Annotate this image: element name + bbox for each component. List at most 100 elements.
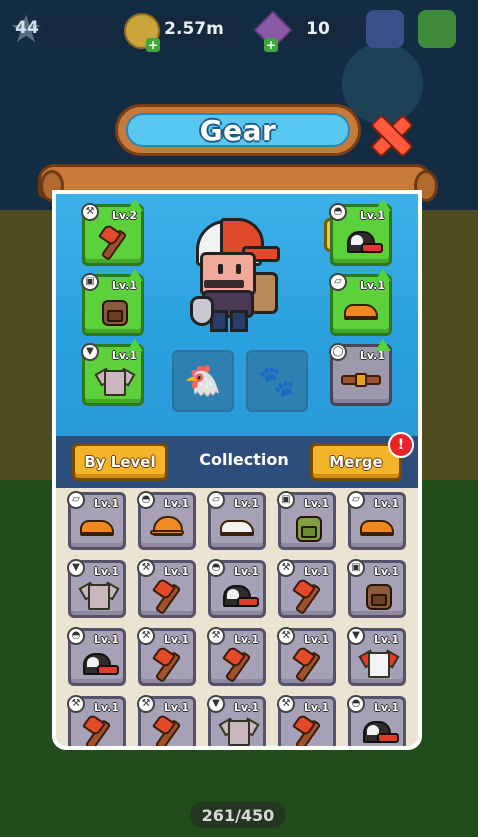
- collection-item[interactable]: ⚒ Lv.1: [137, 695, 196, 746]
- backpack-icon: [100, 296, 128, 326]
- shirt-icon: [218, 717, 260, 746]
- axe-icon: ⚒: [81, 203, 99, 221]
- axe-icon: [98, 223, 128, 261]
- collection-item[interactable]: ⚒ Lv.1: [207, 627, 266, 686]
- axe-icon: [292, 645, 322, 683]
- axe-icon: [82, 713, 112, 746]
- shirt-icon: [358, 649, 400, 678]
- collection-item[interactable]: ▼ Lv.1: [347, 627, 406, 686]
- shirt-icon: [78, 581, 120, 610]
- shirt-icon: ▼: [347, 627, 365, 645]
- collection-item[interactable]: ⚒ Lv.1: [137, 627, 196, 686]
- collection-item[interactable]: ▱ Lv.1: [347, 491, 406, 550]
- upgrade-arrow-icon: [127, 339, 143, 351]
- equip-slot-backpack[interactable]: ▣ Lv.1: [81, 269, 144, 336]
- shoe-icon: [80, 516, 114, 536]
- upgrade-arrow-icon: [375, 199, 391, 211]
- equip-slot-shirt[interactable]: ▼ Lv.1: [81, 339, 144, 406]
- close-icon[interactable]: [366, 111, 412, 157]
- equip-slot-shoes[interactable]: ▱ Lv.1: [329, 269, 392, 336]
- backpack-icon: ▣: [277, 491, 295, 509]
- upgrade-arrow-icon: [375, 269, 391, 281]
- axe-icon: ⚒: [207, 627, 225, 645]
- collection-item[interactable]: ⚒ Lv.1: [67, 695, 126, 746]
- axe-icon: ⚒: [277, 695, 295, 713]
- shirt-icon: ▼: [207, 695, 225, 713]
- pet-slot-chicken[interactable]: 🐔: [172, 350, 234, 412]
- player-character: [186, 212, 286, 332]
- dialog-title: Gear: [199, 113, 277, 147]
- collection-grid: ▱ Lv.1 ◓ Lv.1 ▱ Lv.1 ▣ Lv.1 ▱ Lv.1 ▼ Lv.1 ⚒ Lv.1 ◓ Lv.1…: [56, 488, 418, 746]
- pet-slot-paw[interactable]: 🐾: [246, 350, 308, 412]
- shoe-icon: [344, 300, 378, 320]
- collection-item[interactable]: ◓ Lv.1: [347, 695, 406, 746]
- discord-button[interactable]: [366, 10, 404, 48]
- hardhat-icon: [150, 516, 184, 536]
- belt-icon: ◯: [329, 343, 347, 361]
- collection-item[interactable]: ⚒ Lv.1: [277, 695, 336, 746]
- equip-slot-belt[interactable]: ◯ Lv.1: [329, 339, 392, 406]
- collection-item[interactable]: ◓ Lv.1: [137, 491, 196, 550]
- belt-icon: [341, 373, 381, 387]
- player-level: 44: [15, 18, 39, 38]
- collection-item[interactable]: ▼ Lv.1: [67, 559, 126, 618]
- axe-icon: [292, 577, 322, 615]
- shoe-icon: [360, 516, 394, 536]
- shoe-icon: ▱: [207, 491, 225, 509]
- shoe-icon: [220, 516, 254, 536]
- equipment-area: ⚒ Lv.2 ▣ Lv.1 ▼ Lv.1 🐔 🐾 ◓ Lv.1 ▱ Lv.1 ◯…: [56, 194, 418, 436]
- collection-item[interactable]: ◓ Lv.1: [67, 627, 126, 686]
- upgrade-arrow-icon: [375, 339, 391, 351]
- collection-item[interactable]: ▱ Lv.1: [207, 491, 266, 550]
- axe-icon: [152, 713, 182, 746]
- axe-icon: [222, 645, 252, 683]
- upgrade-arrow-icon: [127, 199, 143, 211]
- collection-item[interactable]: ⚒ Lv.1: [137, 559, 196, 618]
- axe-icon: [152, 577, 182, 615]
- add-coins-button[interactable]: +: [146, 38, 160, 52]
- cap-icon: [345, 229, 383, 253]
- gear-panel: ⚒ Lv.2 ▣ Lv.1 ▼ Lv.1 🐔 🐾 ◓ Lv.1 ▱ Lv.1 ◯…: [52, 190, 422, 750]
- title-banner: Gear: [115, 104, 361, 156]
- collection-item[interactable]: ▣ Lv.1: [277, 491, 336, 550]
- backpack-icon: [364, 580, 392, 610]
- coin-counter: 2.57m: [146, 16, 242, 42]
- axe-icon: ⚒: [137, 559, 155, 577]
- upgrade-arrow-icon: [127, 269, 143, 281]
- equip-slot-weapon[interactable]: ⚒ Lv.2: [81, 199, 144, 266]
- collection-item[interactable]: ⚒ Lv.1: [277, 627, 336, 686]
- cap-icon: [81, 651, 119, 675]
- by-level-button[interactable]: By Level: [72, 443, 168, 481]
- add-gems-button[interactable]: +: [264, 38, 278, 52]
- cap-icon: [361, 719, 399, 743]
- collection-item[interactable]: ▼ Lv.1: [207, 695, 266, 746]
- collection-item[interactable]: ▣ Lv.1: [347, 559, 406, 618]
- collection-tab-bar: By Level Collection Merge !: [56, 432, 418, 488]
- top-hud: ★ 44 2.57m + 10 +: [6, 10, 472, 52]
- item-capacity-counter: 261/450: [190, 802, 286, 828]
- axe-icon: ⚒: [137, 627, 155, 645]
- backpack-icon: ▣: [347, 559, 365, 577]
- hat-icon: ◓: [67, 627, 85, 645]
- paw-icon: 🐾: [258, 363, 296, 399]
- axe-icon: ⚒: [277, 559, 295, 577]
- collection-item[interactable]: ▱ Lv.1: [67, 491, 126, 550]
- axe-icon: ⚒: [67, 695, 85, 713]
- shoe-icon: ▱: [347, 491, 365, 509]
- shirt-icon: [94, 367, 136, 396]
- collection-item[interactable]: ◓ Lv.1: [207, 559, 266, 618]
- shirt-icon: ▼: [81, 343, 99, 361]
- cap-icon: [221, 583, 259, 607]
- equip-slot-hat[interactable]: ◓ Lv.1: [329, 199, 392, 266]
- axe-icon: [152, 645, 182, 683]
- axe-icon: ⚒: [277, 627, 295, 645]
- shoe-icon: ▱: [67, 491, 85, 509]
- xp-bar: [44, 16, 118, 42]
- backpack-icon: [294, 512, 322, 542]
- collection-label: Collection: [199, 450, 289, 469]
- settings-gear-icon[interactable]: [418, 10, 456, 48]
- collection-item[interactable]: ⚒ Lv.1: [277, 559, 336, 618]
- hat-icon: ◓: [347, 695, 365, 713]
- hat-icon: ◓: [137, 491, 155, 509]
- merge-alert-badge: !: [388, 432, 414, 458]
